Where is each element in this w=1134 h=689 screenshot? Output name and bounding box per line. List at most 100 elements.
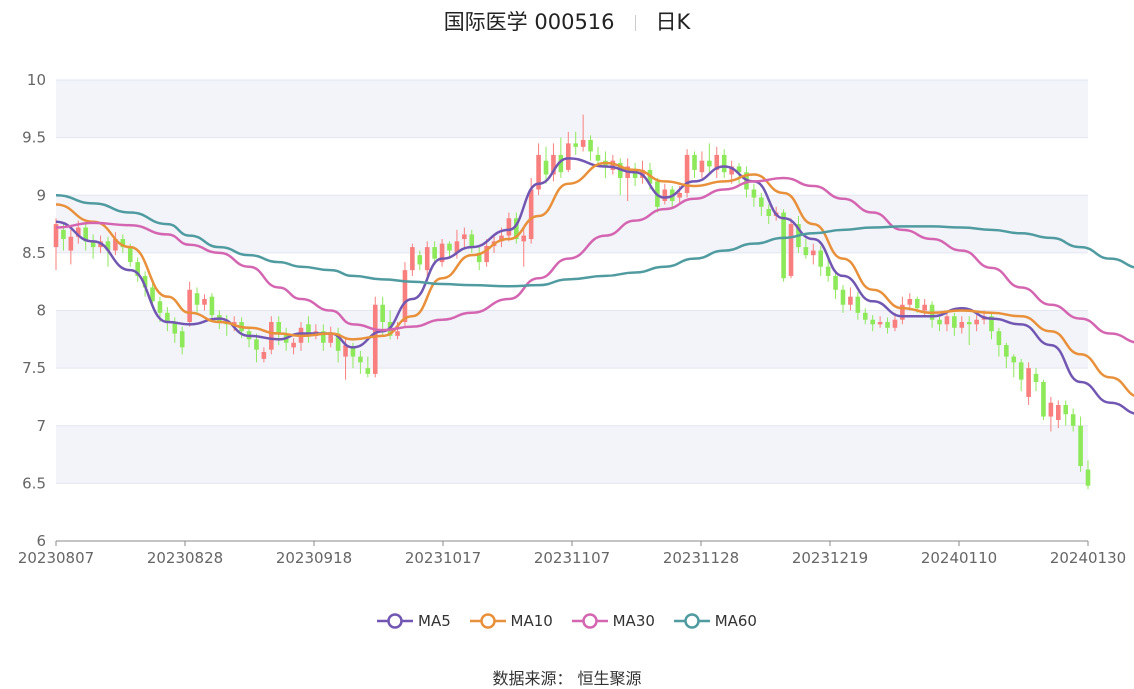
candle-body: [892, 319, 898, 328]
x-tick-label: 20231128: [663, 549, 739, 567]
x-tick-label: 20231017: [405, 549, 481, 567]
candle-body: [766, 209, 772, 216]
candle-body: [996, 331, 1002, 346]
legend-marker-ma30: [571, 613, 608, 629]
candle-body: [1041, 381, 1046, 417]
candle-body: [721, 154, 727, 173]
candle-body: [1011, 356, 1017, 363]
candle-body: [937, 319, 942, 325]
candle-body: [328, 333, 334, 343]
candle-body: [127, 247, 133, 263]
x-tick-label: 20231219: [792, 549, 868, 567]
candle-body: [692, 154, 697, 170]
candle-body: [833, 275, 838, 290]
candle-body: [862, 312, 868, 320]
candle-body: [684, 154, 690, 193]
candle-body: [573, 143, 579, 147]
candle-body: [269, 322, 274, 350]
candle-body: [944, 316, 950, 325]
candle-body: [261, 351, 267, 359]
legend-label-ma10: MA10: [510, 612, 553, 630]
candle-body: [677, 192, 682, 198]
candle-body: [781, 212, 786, 279]
x-tick-label: 20230807: [18, 549, 94, 567]
x-tick-label: 20231107: [534, 549, 610, 567]
candle-body: [870, 319, 875, 325]
candle-body: [699, 160, 705, 173]
y-tick-label: 9.5: [22, 129, 46, 147]
candle-body: [1056, 405, 1061, 420]
candle-body: [595, 154, 601, 161]
candle-body: [662, 189, 668, 202]
candle-body: [1004, 345, 1009, 357]
candle-body: [380, 304, 385, 323]
candle-body: [1018, 362, 1024, 380]
candle-body: [521, 235, 527, 242]
candle-body: [1070, 414, 1076, 426]
candle-body: [291, 342, 296, 348]
candle-body: [358, 356, 363, 363]
candle-body: [907, 298, 913, 305]
candle-body: [788, 224, 794, 276]
candle-body: [848, 296, 853, 305]
candle-body: [840, 289, 846, 305]
y-tick-label: 10: [27, 71, 46, 89]
candle-body: [543, 160, 549, 175]
candle-body: [402, 270, 408, 323]
candle-body: [432, 247, 437, 259]
grid-band: [56, 425, 1088, 484]
candle-body: [528, 189, 534, 240]
legend-label-ma5: MA5: [418, 612, 451, 630]
y-tick-label: 6: [36, 532, 46, 550]
legend-label-ma30: MA30: [612, 612, 655, 630]
candle-body: [202, 298, 207, 305]
x-tick-label: 20240130: [1050, 549, 1126, 567]
legend-item-ma5[interactable]: MA5: [377, 612, 451, 630]
candle-body: [194, 293, 200, 305]
y-tick-label: 7.5: [22, 359, 46, 377]
candle-body: [855, 296, 861, 313]
candle-body: [68, 236, 74, 251]
candle-body: [966, 322, 972, 325]
candle-body: [372, 304, 378, 374]
candle-body: [209, 296, 215, 316]
candle-body: [469, 234, 475, 246]
data-source: 数据来源： 恒生聚源: [492, 669, 642, 688]
legend-item-ma10[interactable]: MA10: [469, 612, 553, 630]
candle-body: [952, 316, 957, 328]
candle-body: [922, 304, 927, 311]
candle-body: [1048, 402, 1054, 417]
candle-body: [1078, 425, 1083, 467]
candle-body: [1026, 368, 1031, 397]
candle-body: [885, 322, 890, 328]
candle-body: [914, 298, 920, 309]
candle-body: [506, 218, 512, 236]
candle-body: [825, 266, 831, 276]
candle-body: [424, 247, 430, 271]
candle-body: [707, 160, 712, 167]
candle-body: [959, 322, 965, 328]
candle-body: [157, 301, 163, 313]
y-tick-label: 6.5: [22, 474, 46, 492]
legend-marker-ma60: [673, 613, 710, 629]
y-tick-label: 8.5: [22, 244, 46, 262]
candle-body: [462, 234, 467, 240]
candle-body: [1085, 469, 1091, 486]
candle-body: [417, 255, 423, 265]
candle-body: [974, 319, 979, 325]
candle-body: [179, 331, 185, 348]
candle-body: [365, 368, 371, 374]
candle-body: [1033, 373, 1039, 382]
candle-body: [410, 247, 415, 271]
y-tick-label: 9: [36, 186, 46, 204]
legend-marker-ma5: [377, 613, 413, 629]
candle-body: [187, 289, 192, 323]
candle-body: [447, 243, 452, 251]
grid-band: [56, 80, 1088, 138]
candle-body: [395, 331, 400, 336]
y-tick-label: 8: [36, 302, 46, 320]
legend-item-ma60[interactable]: MA60: [673, 612, 757, 630]
legend-item-ma30[interactable]: MA30: [571, 612, 655, 630]
candle-body: [350, 347, 356, 357]
candlestick-chart: 6 6.5 7 7.5 8 8.5 9 9.5 10 20230807 20230828 202309…: [18, 71, 1134, 567]
